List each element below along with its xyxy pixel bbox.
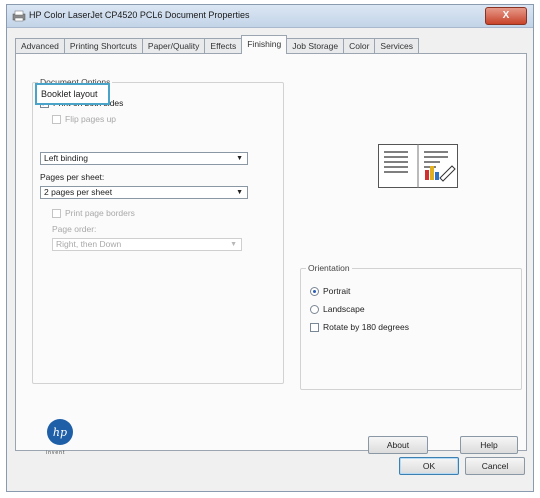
radio-icon — [310, 304, 319, 314]
tab-color[interactable]: Color — [343, 38, 376, 54]
booklet-layout-value: Left binding — [44, 153, 88, 163]
tab-advanced[interactable]: Advanced — [15, 38, 65, 54]
checkbox-icon — [310, 322, 319, 332]
rotate-180-checkbox[interactable]: Rotate by 180 degrees — [310, 322, 409, 332]
page-order-label: Page order: — [52, 224, 97, 234]
ok-button[interactable]: OK — [399, 457, 459, 475]
landscape-label: Landscape — [323, 304, 365, 314]
print-page-borders-label: Print page borders — [65, 208, 135, 218]
portrait-radio[interactable]: Portrait — [310, 286, 350, 296]
tab-effects[interactable]: Effects — [204, 38, 243, 54]
close-button[interactable]: X — [485, 7, 527, 25]
pages-per-sheet-label: Pages per sheet: — [40, 172, 105, 182]
finishing-panel: Document Options ✓ Print on both sides F… — [15, 53, 527, 456]
pages-per-sheet-dropdown[interactable]: 2 pages per sheet ▼ — [40, 186, 248, 199]
flip-pages-up-label: Flip pages up — [65, 114, 117, 124]
dropdown-arrow-icon: ▼ — [236, 155, 243, 162]
tab-job-storage[interactable]: Job Storage — [286, 38, 345, 54]
flip-pages-up-checkbox[interactable]: Flip pages up — [52, 114, 116, 124]
page-order-dropdown[interactable]: Right, then Down ▼ — [52, 238, 242, 251]
booklet-preview-icon — [378, 144, 458, 188]
checkbox-icon — [52, 208, 61, 218]
window-title: HP Color LaserJet CP4520 PCL6 Document P… — [29, 10, 250, 20]
printer-icon — [12, 10, 26, 22]
cancel-button[interactable]: Cancel — [465, 457, 525, 475]
svg-text:hp: hp — [53, 426, 67, 439]
hp-logo: hp — [47, 419, 73, 445]
booklet-layout-callout: Booklet layout — [35, 83, 110, 105]
tab-services[interactable]: Services — [374, 38, 420, 54]
tab-paper-quality[interactable]: Paper/Quality — [141, 38, 206, 54]
orientation-label: Orientation — [306, 263, 352, 273]
pages-per-sheet-value: 2 pages per sheet — [44, 187, 113, 197]
tab-printing-shortcuts[interactable]: Printing Shortcuts — [63, 38, 143, 54]
tab-finishing[interactable]: Finishing — [241, 35, 288, 54]
print-page-borders-checkbox[interactable]: Print page borders — [52, 208, 135, 218]
help-button[interactable]: Help — [460, 436, 518, 454]
checkbox-icon — [52, 114, 61, 124]
title-bar[interactable]: HP Color LaserJet CP4520 PCL6 Document P… — [7, 5, 533, 28]
rotate-180-label: Rotate by 180 degrees — [323, 322, 410, 332]
booklet-layout-dropdown[interactable]: Left binding ▼ — [40, 152, 248, 165]
landscape-radio[interactable]: Landscape — [310, 304, 365, 314]
page-order-value: Right, then Down — [56, 239, 122, 249]
dropdown-arrow-icon: ▼ — [230, 241, 237, 248]
about-button[interactable]: About — [368, 436, 428, 454]
hp-tagline: invent — [46, 450, 66, 456]
portrait-label: Portrait — [323, 286, 351, 296]
radio-selected-icon — [310, 286, 319, 296]
dropdown-arrow-icon: ▼ — [236, 189, 243, 196]
document-properties-window: HP Color LaserJet CP4520 PCL6 Document P… — [6, 4, 534, 492]
tab-strip: Advanced Printing Shortcuts Paper/Qualit… — [15, 35, 420, 54]
